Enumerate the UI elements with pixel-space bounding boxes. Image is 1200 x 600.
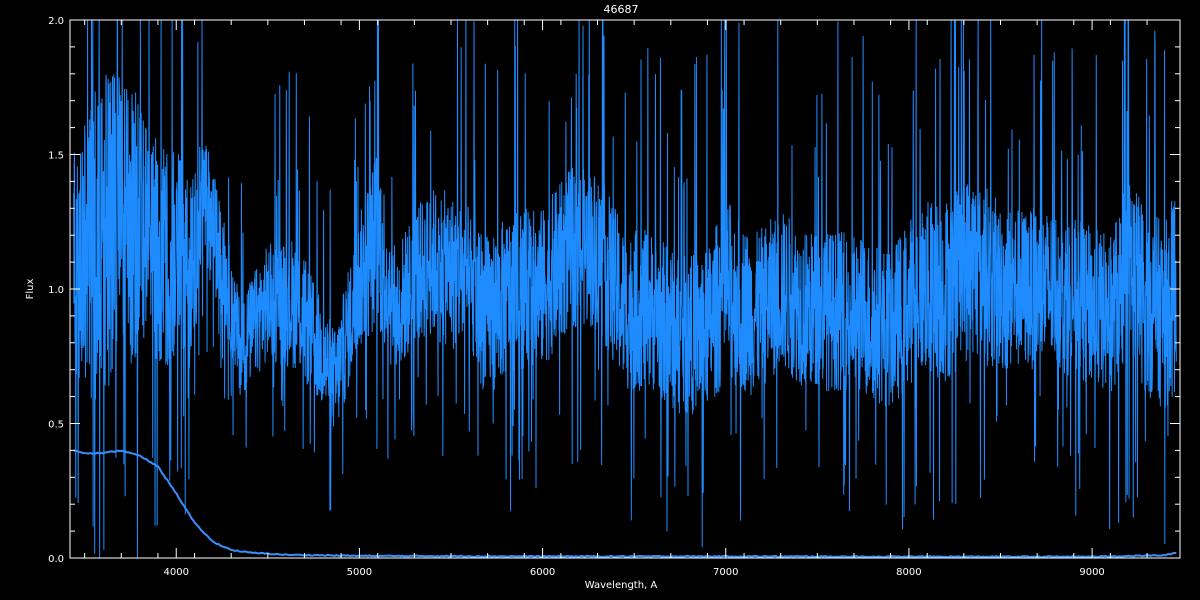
y-tick-label: 1.0	[48, 285, 64, 296]
spectrum-plot: 46687 4000 5000 6000 7000 8000 9000 0.0 0.5 1.0 1…	[25, 3, 1181, 591]
series-spectrum-line	[73, 19, 1177, 559]
y-tick-label: 1.5	[48, 151, 64, 162]
x-axis-title: Wavelength, A	[585, 580, 658, 591]
y-tick-label: 0.5	[48, 420, 64, 431]
series-continuum-line	[73, 449, 1177, 559]
x-tick-label: 7000	[713, 567, 738, 578]
y-tick-label: 2.0	[48, 16, 64, 27]
x-tick-label: 5000	[347, 567, 372, 578]
x-tick-label: 8000	[896, 567, 921, 578]
x-tick-label: 4000	[164, 567, 189, 578]
y-tick-label: 0.0	[48, 554, 64, 565]
x-tick-label: 9000	[1079, 567, 1104, 578]
chart-title: 46687	[604, 3, 639, 16]
x-tick-label: 6000	[530, 567, 555, 578]
series-layer	[73, 19, 1177, 559]
y-axis-title: Flux	[25, 279, 36, 300]
